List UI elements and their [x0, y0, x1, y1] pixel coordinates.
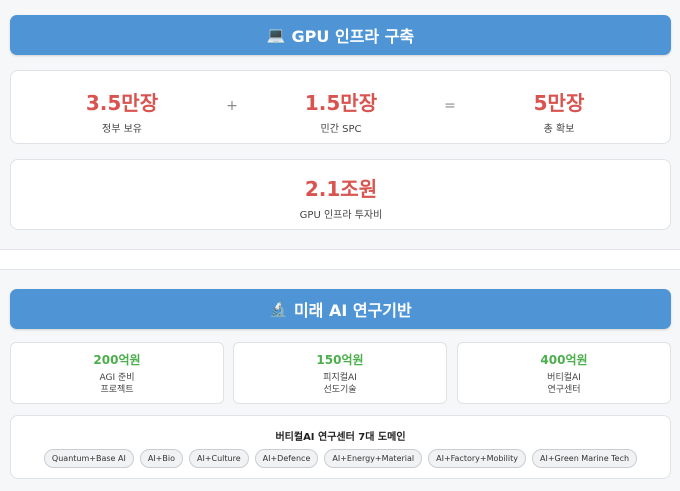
domains-content: 버티컬AI 연구센터 7대 도메인 Quantum+Base AI AI+Bio…: [10, 0, 671, 491]
domain-chip: AI+Defence: [254, 449, 319, 468]
domain-chip: AI+Energy+Material: [324, 449, 423, 468]
domain-chip-list: Quantum+Base AI AI+Bio AI+Culture AI+Def…: [10, 449, 671, 468]
domains-title: 버티컬AI 연구센터 7대 도메인: [275, 432, 406, 443]
domain-chip: AI+Green Marine Tech: [532, 449, 638, 468]
domain-chip: AI+Culture: [188, 449, 249, 468]
domain-chip: AI+Factory+Mobility: [428, 449, 526, 468]
domain-chip: Quantum+Base AI: [43, 449, 134, 468]
domain-chip: AI+Bio: [139, 449, 183, 468]
